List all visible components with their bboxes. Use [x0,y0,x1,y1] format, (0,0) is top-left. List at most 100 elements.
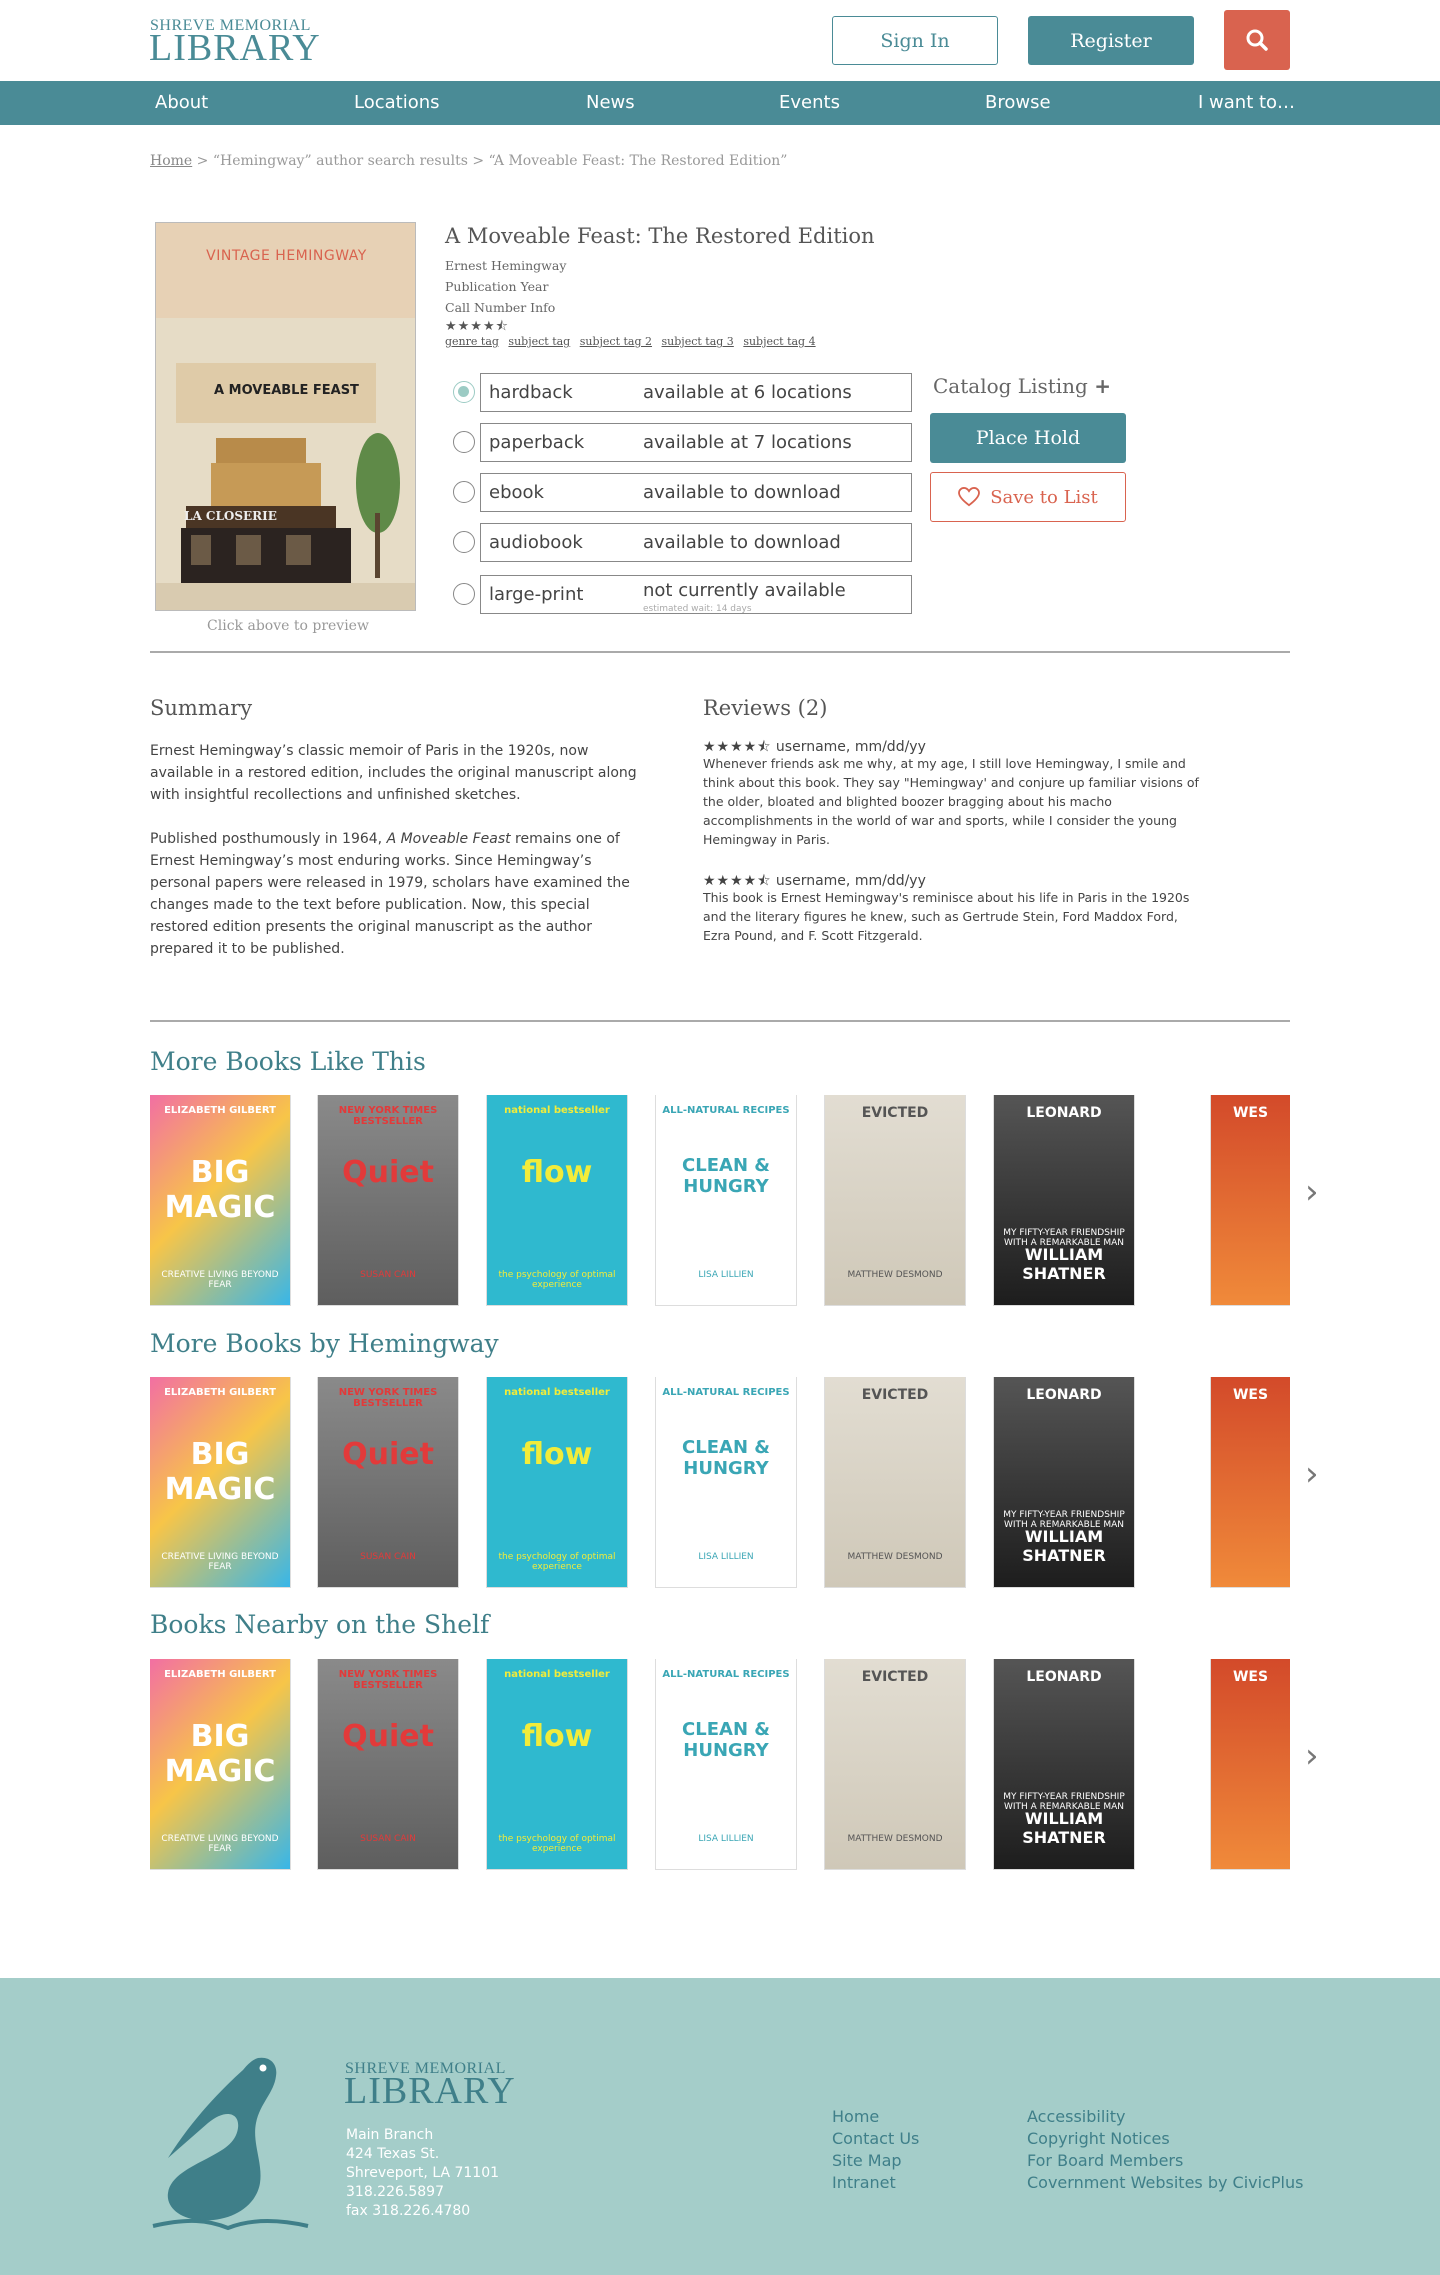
book-author[interactable]: Ernest Hemingway [445,258,566,273]
format-box[interactable]: audiobook available to download [480,523,912,562]
cover-thumb-sub: LISA LILLIEN [698,1552,754,1562]
book-cover-thumb[interactable]: ALL-NATURAL RECIPES CLEAN & HUNGRY LISA LI… [656,1377,796,1587]
tag-link[interactable]: subject tag 3 [662,335,734,348]
chevron-right-icon[interactable]: › [1305,1454,1319,1494]
chevron-right-icon[interactable]: › [1305,1736,1319,1776]
site-footer: SHREVE MEMORIAL LIBRARY Main Branch 424 … [0,1978,1440,2275]
preview-hint: Click above to preview [207,618,369,634]
cover-thumb-sub: LISA LILLIEN [698,1834,754,1844]
carousel-nearby-shelf: ELIZABETH GILBERT BIG MAGIC CREATIVE LIVIN… [150,1659,1290,1871]
format-box[interactable]: paperback available at 7 locations [480,423,912,462]
address-line: 424 Texas St. [346,2146,440,2162]
book-cover-thumb[interactable]: NEW YORK TIMES BESTSELLER Quiet SUSAN CAIN [318,1377,458,1587]
tag-link[interactable]: subject tag 4 [743,335,815,348]
cover-thumb-title: WILLIAM SHATNER [1022,1809,1106,1847]
footer-link-accessibility[interactable]: Accessibility [1027,2106,1303,2128]
book-cover-thumb[interactable]: ELIZABETH GILBERT BIG MAGIC CREATIVE LIVIN… [150,1095,290,1305]
cover-thumb-top: NEW YORK TIMES BESTSELLER [338,1105,438,1127]
cover-thumb-top: NEW YORK TIMES BESTSELLER [338,1387,438,1409]
format-name: hardback [489,382,573,403]
format-box[interactable]: large-print not currently available esti… [480,575,912,614]
review-rating-stars: ★★★★⯪ [703,739,772,755]
book-cover-thumb[interactable]: national bestseller flow the psychology of… [487,1659,627,1869]
format-radio[interactable] [453,481,475,503]
format-radio[interactable] [453,431,475,453]
book-cover-thumb[interactable]: LEONARD WILLIAM SHATNER MY FIFTY-YEAR FRIE… [994,1659,1134,1869]
catalog-listing-link[interactable]: Catalog Listing + [933,374,1111,398]
format-option-audiobook[interactable]: audiobook available to download [453,523,912,562]
format-option-hardback[interactable]: hardback available at 6 locations [453,373,912,412]
place-hold-button[interactable]: Place Hold [930,413,1126,463]
format-option-large-print[interactable]: large-print not currently available esti… [453,575,912,614]
book-cover-thumb[interactable]: NEW YORK TIMES BESTSELLER Quiet SUSAN CAIN [318,1659,458,1869]
tag-link[interactable]: subject tag [508,335,570,348]
format-radio[interactable] [453,381,475,403]
format-option-paperback[interactable]: paperback available at 7 locations [453,423,912,462]
review-text: This book is Ernest Hemingway's reminisc… [703,890,1190,943]
address-fax: fax 318.226.4780 [346,2203,471,2219]
review-text: Whenever friends ask me why, at my age, … [703,756,1199,847]
summary-p2-end: remains one of Ernest Hemingway’s most e… [150,831,630,957]
book-cover-thumb[interactable]: WES [1211,1659,1290,1869]
footer-link-sitemap[interactable]: Site Map [832,2150,919,2172]
cover-thumb-top: ALL-NATURAL RECIPES [662,1105,790,1116]
cover-thumb-sub: SUSAN CAIN [360,1270,416,1280]
footer-link-contact[interactable]: Contact Us [832,2128,919,2150]
footer-link-home[interactable]: Home [832,2106,919,2128]
chevron-right-icon[interactable]: › [1305,1172,1319,1212]
search-button[interactable] [1224,10,1290,70]
format-radio[interactable] [453,531,475,553]
nav-news[interactable]: News [586,81,635,125]
book-cover-thumb[interactable]: ELIZABETH GILBERT BIG MAGIC CREATIVE LIVIN… [150,1377,290,1587]
format-box[interactable]: ebook available to download [480,473,912,512]
row-title-more-like-this: More Books Like This [150,1047,426,1076]
tag-link[interactable]: genre tag [445,335,499,348]
format-option-ebook[interactable]: ebook available to download [453,473,912,512]
book-cover[interactable]: VINTAGE HEMINGWAY A MOVEABLE FEAST LA CL… [155,222,416,611]
book-cover-thumb[interactable]: LEONARD WILLIAM SHATNER MY FIFTY-YEAR FRIE… [994,1377,1134,1587]
nav-events[interactable]: Events [779,81,840,125]
book-cover-thumb[interactable]: NEW YORK TIMES BESTSELLER Quiet SUSAN CAIN [318,1095,458,1305]
cover-thumb-title: CLEAN & HUNGRY [682,1437,770,1479]
book-cover-thumb[interactable]: WES [1211,1377,1290,1587]
address-line: Shreveport, LA 71101 [346,2165,500,2181]
cover-thumb-sub: MY FIFTY-YEAR FRIENDSHIP WITH A REMARKAB… [1003,1228,1125,1248]
book-cover-thumb[interactable]: EVICTED MATTHEW DESMOND [825,1659,965,1869]
cover-thumb-top: LEONARD [1026,1387,1102,1403]
nav-i-want-to[interactable]: I want to… [1198,81,1295,125]
book-cover-thumb[interactable]: ELIZABETH GILBERT BIG MAGIC CREATIVE LIVIN… [150,1659,290,1869]
footer-link-copyright[interactable]: Copyright Notices [1027,2128,1303,2150]
book-cover-thumb[interactable]: national bestseller flow the psychology of… [487,1377,627,1587]
book-cover-thumb[interactable]: WES [1211,1095,1290,1305]
book-cover-thumb[interactable]: ALL-NATURAL RECIPES CLEAN & HUNGRY LISA LI… [656,1659,796,1869]
cover-thumb-title: flow [521,1719,593,1754]
book-cover-thumb[interactable]: EVICTED MATTHEW DESMOND [825,1095,965,1305]
cover-thumb-sub: CREATIVE LIVING BEYOND FEAR [161,1834,279,1854]
sign-in-button[interactable]: Sign In [832,16,998,65]
cover-thumb-title: BIG MAGIC [164,1719,276,1789]
site-header: SHREVE MEMORIAL LIBRARY Sign In Register [0,0,1440,80]
format-box[interactable]: hardback available at 6 locations [480,373,912,412]
tag-link[interactable]: subject tag 2 [580,335,652,348]
book-cover-thumb[interactable]: EVICTED MATTHEW DESMOND [825,1377,965,1587]
nav-browse[interactable]: Browse [985,81,1051,125]
cover-thumb-title: WILLIAM SHATNER [1022,1245,1106,1283]
register-button[interactable]: Register [1028,16,1194,65]
cover-thumb-sub: the psychology of optimal experience [498,1552,616,1572]
cover-thumb-sub: MY FIFTY-YEAR FRIENDSHIP WITH A REMARKAB… [1003,1792,1125,1812]
summary-p2-start: Published posthumously in 1964, [150,831,387,847]
nav-locations[interactable]: Locations [354,81,440,125]
footer-link-civicplus[interactable]: Covernment Websites by CivicPlus [1027,2172,1303,2194]
footer-link-board[interactable]: For Board Members [1027,2150,1303,2172]
reviews-title: Reviews (2) [703,696,828,720]
save-to-list-button[interactable]: Save to List [930,472,1126,522]
breadcrumb-home[interactable]: Home [150,153,192,169]
cover-art [156,223,415,610]
book-cover-thumb[interactable]: national bestseller flow the psychology of… [487,1095,627,1305]
book-cover-thumb[interactable]: LEONARD WILLIAM SHATNER MY FIFTY-YEAR FRIE… [994,1095,1134,1305]
footer-link-intranet[interactable]: Intranet [832,2172,919,2194]
format-radio[interactable] [453,583,475,605]
book-cover-thumb[interactable]: ALL-NATURAL RECIPES CLEAN & HUNGRY LISA LI… [656,1095,796,1305]
nav-about[interactable]: About [155,81,208,125]
summary-paragraph-1: Ernest Hemingway’s classic memoir of Par… [150,743,637,803]
